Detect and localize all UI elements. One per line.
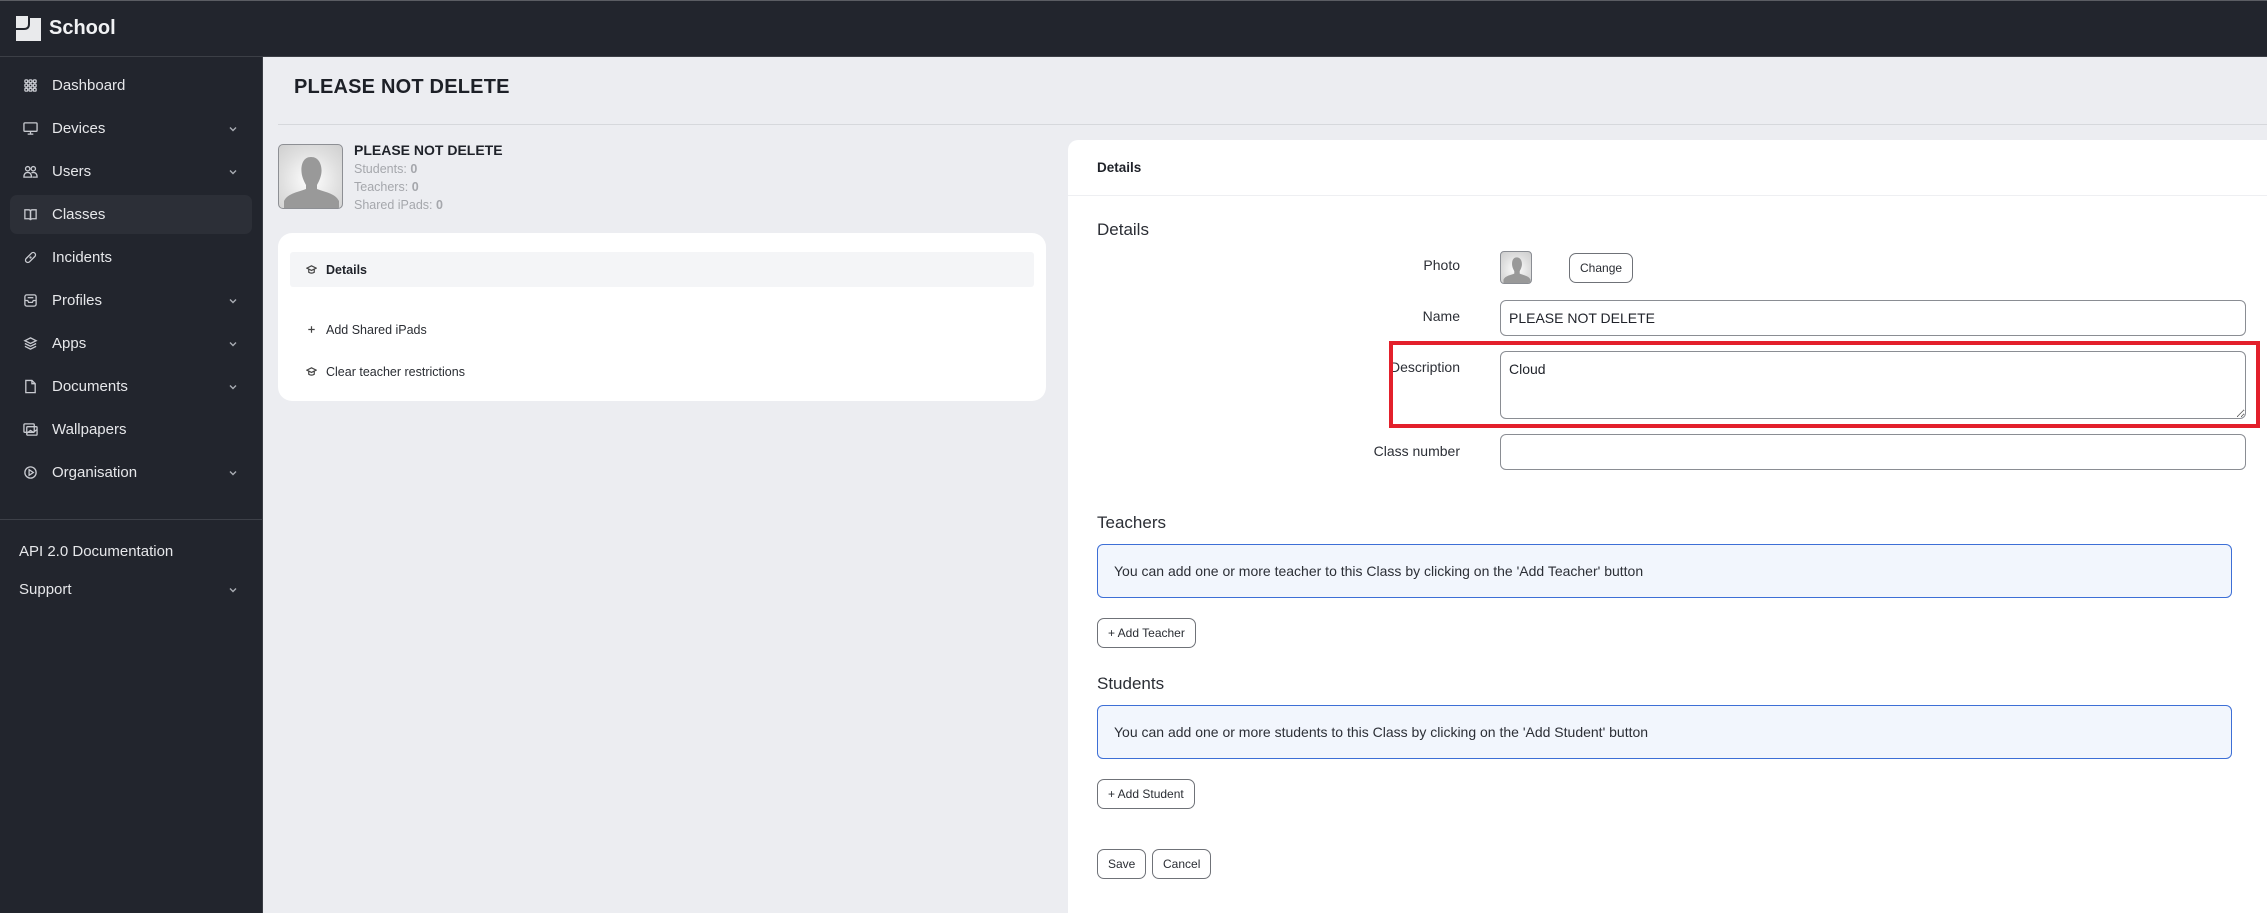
sidebar-item-label: Dashboard	[52, 77, 126, 94]
details-panel: Details Details Photo Change Name Descri…	[1068, 140, 2267, 913]
teachers-info-callout: You can add one or more teacher to this …	[1097, 544, 2232, 598]
bandage-icon	[21, 249, 39, 267]
sidebar-item-label: Wallpapers	[52, 421, 127, 438]
monitor-icon	[21, 120, 39, 138]
sidebar-item-apps[interactable]: Apps	[10, 324, 252, 363]
class-summary: PLEASE NOT DELETE Students: 0 Teachers: …	[278, 142, 503, 212]
name-input[interactable]	[1500, 300, 2246, 336]
sidebar-item-incidents[interactable]: Incidents	[10, 238, 252, 277]
brand-name: School	[49, 17, 116, 39]
description-textarea[interactable]: Cloud	[1500, 351, 2246, 419]
photo-label: Photo	[1423, 257, 1460, 273]
name-label: Name	[1422, 308, 1460, 324]
stat-label: Students:	[354, 162, 407, 176]
chevron-down-icon[interactable]	[228, 336, 240, 348]
sidebar-item-documents[interactable]: Documents	[10, 367, 252, 406]
sidebar-divider	[0, 519, 262, 520]
class-name: PLEASE NOT DELETE	[354, 142, 503, 158]
class-avatar	[278, 144, 343, 209]
add-teacher-button[interactable]: + Add Teacher	[1097, 618, 1196, 648]
class-number-input[interactable]	[1500, 434, 2246, 470]
menu-item-details[interactable]: Details	[290, 252, 1034, 287]
stat-label: Shared iPads:	[354, 198, 433, 212]
class-number-label: Class number	[1373, 443, 1460, 459]
chevron-down-icon[interactable]	[228, 379, 240, 391]
shared-ipads-count: Shared iPads: 0	[354, 198, 503, 212]
layers-icon	[21, 335, 39, 353]
sidebar-item-wallpapers[interactable]: Wallpapers	[10, 410, 252, 449]
grid-icon	[21, 77, 39, 95]
summary-text: PLEASE NOT DELETE Students: 0 Teachers: …	[354, 142, 503, 212]
person-silhouette-icon	[284, 157, 339, 208]
sidebar-item-label: Documents	[52, 378, 128, 395]
sidebar-item-label: Users	[52, 163, 92, 180]
main-content: PLEASE NOT DELETE PLEASE NOT DELETE Stud…	[264, 57, 2267, 913]
menu-item-add-shared-ipads[interactable]: Add Shared iPads	[290, 312, 1034, 347]
students-section-title: Students	[1097, 674, 1165, 693]
plus-icon	[305, 324, 317, 336]
sidebar-item-users[interactable]: Users	[10, 152, 252, 191]
chevron-down-icon[interactable]	[228, 164, 240, 176]
sidebar-item-devices[interactable]: Devices	[10, 109, 252, 148]
chevron-down-icon[interactable]	[228, 293, 240, 305]
sidebar-item-classes[interactable]: Classes	[10, 195, 252, 234]
teachers-info-text: You can add one or more teacher to this …	[1114, 563, 1644, 579]
inbox-icon	[21, 292, 39, 310]
school-logo-icon	[16, 16, 41, 41]
sidebar-item-label: Incidents	[52, 249, 113, 266]
add-student-button[interactable]: + Add Student	[1097, 779, 1195, 809]
stat-value: 0	[410, 162, 418, 176]
users-icon	[21, 163, 39, 181]
sidebar-item-organisation[interactable]: Organisation	[10, 453, 252, 492]
link-label: API 2.0 Documentation	[19, 542, 174, 560]
link-label: Support	[19, 580, 72, 598]
sidebar-item-label: Devices	[52, 120, 106, 137]
teachers-count: Teachers: 0	[354, 180, 503, 194]
page-title: PLEASE NOT DELETE	[294, 76, 510, 98]
details-section-title: Details	[1097, 220, 1149, 239]
book-icon	[21, 206, 39, 224]
teachers-section-title: Teachers	[1097, 513, 1166, 532]
top-bar: School	[0, 0, 2267, 57]
sidebar-item-profiles[interactable]: Profiles	[10, 281, 252, 320]
sidebar-item-label: Apps	[52, 335, 87, 352]
sidebar-item-label: Organisation	[52, 464, 138, 481]
chevron-down-icon[interactable]	[228, 465, 240, 477]
api-documentation-link[interactable]: API 2.0 Documentation	[0, 532, 262, 570]
title-divider	[278, 124, 2267, 125]
save-button[interactable]: Save	[1097, 849, 1147, 879]
menu-item-label: Add Shared iPads	[326, 322, 427, 337]
document-icon	[21, 378, 39, 396]
students-info-text: You can add one or more students to this…	[1114, 724, 1649, 740]
description-label: Description	[1389, 359, 1460, 375]
support-link[interactable]: Support	[0, 570, 262, 608]
sidebar-nav: Dashboard Devices Users Classes Incident…	[0, 57, 262, 492]
students-count: Students: 0	[354, 162, 503, 176]
students-info-callout: You can add one or more students to this…	[1097, 705, 2232, 759]
stat-label: Teachers:	[354, 180, 409, 194]
stat-value: 0	[436, 198, 443, 212]
graduation-cap-icon	[305, 366, 317, 378]
photo-thumbnail	[1500, 251, 1532, 284]
stat-value: 0	[411, 180, 419, 194]
menu-item-label: Clear teacher restrictions	[326, 364, 465, 379]
chevron-down-icon[interactable]	[228, 582, 240, 594]
person-silhouette-icon	[1503, 257, 1531, 283]
class-actions-menu: Details Add Shared iPads Clear teacher r…	[278, 233, 1046, 401]
sidebar: Dashboard Devices Users Classes Incident…	[0, 57, 263, 913]
graduation-cap-icon	[305, 264, 317, 276]
cancel-button[interactable]: Cancel	[1152, 849, 1212, 879]
organisation-icon	[21, 464, 39, 482]
images-icon	[21, 421, 39, 439]
chevron-down-icon[interactable]	[228, 121, 240, 133]
menu-item-clear-teacher-restrictions[interactable]: Clear teacher restrictions	[290, 354, 1034, 389]
sidebar-item-label: Profiles	[52, 292, 103, 309]
details-panel-header: Details	[1068, 140, 2267, 196]
change-photo-button[interactable]: Change	[1569, 253, 1634, 283]
brand[interactable]: School	[16, 16, 116, 41]
sidebar-item-label: Classes	[52, 206, 106, 223]
sidebar-item-dashboard[interactable]: Dashboard	[10, 66, 252, 105]
menu-item-label: Details	[326, 262, 367, 277]
